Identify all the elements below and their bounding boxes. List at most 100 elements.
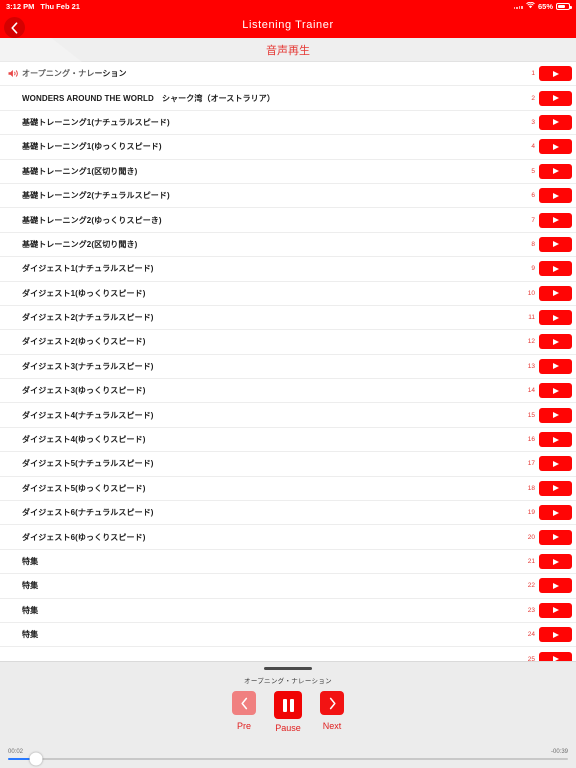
track-row[interactable]: ダイジェスト4(ゆっくりスピード) 16 (0, 427, 576, 453)
status-bar-right: 65% (513, 1, 572, 11)
play-icon (553, 607, 559, 614)
play-icon (553, 217, 559, 224)
play-icon (553, 509, 559, 516)
play-icon (553, 338, 559, 345)
track-row[interactable]: 基礎トレーニング1(区切り聞き) 5 (0, 159, 576, 184)
play-button[interactable] (539, 188, 572, 204)
previous-track-button[interactable]: Pre (232, 691, 256, 731)
play-button[interactable] (539, 651, 572, 661)
play-icon (553, 558, 559, 565)
play-button[interactable] (539, 285, 572, 301)
track-label: 特集 (22, 630, 39, 640)
track-number: 2 (531, 94, 535, 102)
track-row[interactable]: ダイジェスト5(ゆっくりスピード) 18 (0, 476, 576, 502)
track-label: 特集 (22, 557, 39, 566)
track-label: 基礎トレーニング2(ナチュラルスピード) (22, 191, 170, 201)
track-number: 13 (527, 362, 535, 370)
play-button[interactable] (539, 334, 572, 350)
status-bar: 3:12 PM Thu Feb 21 65% (0, 0, 576, 12)
track-row[interactable]: ダイジェスト2(ナチュラルスピード) 11 (0, 305, 576, 331)
track-row[interactable]: ダイジェスト4(ナチュラルスピード) 15 (0, 403, 576, 428)
track-row[interactable]: ダイジェスト1(ゆっくりスピード) 10 (0, 281, 576, 306)
track-number: 24 (527, 631, 535, 639)
track-number: 21 (527, 558, 535, 565)
seek-bar-handle[interactable] (29, 752, 43, 766)
track-row[interactable]: 特集 22 (0, 574, 576, 599)
track-row[interactable]: 特集 23 (0, 598, 576, 623)
play-button[interactable] (539, 456, 572, 472)
play-button[interactable] (539, 212, 572, 228)
track-number: 8 (531, 240, 535, 248)
track-number: 11 (528, 314, 535, 322)
drag-handle-icon[interactable] (264, 667, 312, 670)
track-row[interactable]: 基礎トレーニング2(区切り聞き) 8 (0, 232, 576, 258)
track-row[interactable]: ダイジェスト5(ナチュラルスピード) 17 (0, 452, 576, 477)
back-button[interactable] (4, 17, 25, 38)
track-label: ダイジェスト3(ナチュラルスピード) (22, 361, 154, 371)
track-row[interactable]: ダイジェスト2(ゆっくりスピード) 12 (0, 330, 576, 355)
track-row[interactable]: ダイジェスト6(ナチュラルスピード) 19 (0, 501, 576, 526)
play-button[interactable] (539, 66, 572, 82)
wifi-icon (526, 1, 535, 11)
track-row[interactable]: 特集 21 (0, 549, 576, 575)
play-button[interactable] (539, 554, 572, 569)
track-number: 16 (527, 436, 535, 444)
play-button[interactable] (539, 90, 572, 106)
elapsed-time: 00:02 (8, 749, 24, 755)
track-number: 23 (527, 606, 535, 614)
play-button[interactable] (539, 627, 572, 643)
play-button[interactable] (539, 310, 572, 326)
play-pause-button[interactable]: Pause (274, 691, 302, 733)
track-row[interactable]: ダイジェスト6(ゆっくりスピード) 20 (0, 525, 576, 550)
play-icon (553, 290, 559, 297)
play-icon (553, 534, 559, 541)
play-button[interactable] (539, 383, 572, 399)
track-number: 22 (527, 582, 535, 590)
play-button[interactable] (539, 114, 572, 130)
play-button[interactable] (539, 602, 572, 618)
track-row[interactable]: 基礎トレーニング1(ナチュラルスピード) 3 (0, 110, 576, 136)
section-title: 音声再生 (266, 44, 310, 57)
track-row[interactable]: 基礎トレーニング2(ナチュラルスピード) 6 (0, 183, 576, 209)
next-track-label: Next (322, 721, 342, 731)
track-number: 17 (527, 460, 535, 468)
track-label: ダイジェスト2(ナチュラルスピード) (22, 313, 154, 323)
track-row[interactable]: WONDERS AROUND THE WORLD シャーク湾（オーストラリア） 2 (0, 86, 576, 111)
track-row[interactable]: 特集 24 (0, 622, 576, 648)
track-row[interactable]: ダイジェスト1(ナチュラルスピード) 9 (0, 257, 576, 282)
seek-bar[interactable] (8, 752, 568, 766)
track-row[interactable]: 基礎トレーニング1(ゆっくりスピード) 4 (0, 135, 576, 160)
play-button[interactable] (539, 480, 572, 496)
play-button[interactable] (539, 139, 572, 155)
track-label: 基礎トレーニング2(区切り聞き) (22, 239, 138, 249)
play-button[interactable] (539, 529, 572, 545)
track-number: 10 (527, 289, 535, 297)
player-controls: Pre Pause Next (232, 691, 344, 733)
track-number: 12 (527, 338, 535, 346)
track-number: 19 (527, 509, 535, 517)
track-row[interactable]: ダイジェスト3(ゆっくりスピード) 14 (0, 379, 576, 404)
track-list[interactable]: オープニング・ナレーション 1 WONDERS AROUND THE WORLD シ… (0, 62, 576, 661)
play-button[interactable] (539, 261, 572, 277)
play-button[interactable] (539, 505, 572, 521)
pause-button-box (274, 691, 302, 719)
track-row[interactable]: ダイジェスト3(ナチュラルスピード) 13 (0, 354, 576, 380)
track-label: 特集 (22, 605, 39, 615)
play-button[interactable] (539, 432, 572, 448)
play-button[interactable] (539, 236, 572, 252)
play-button[interactable] (539, 358, 572, 374)
timeline-labels: 00:02 -00:39 (8, 749, 568, 755)
track-row[interactable]: オープニング・ナレーション 1 (0, 62, 576, 87)
track-label: ダイジェスト3(ゆっくりスピード) (22, 386, 146, 396)
track-row[interactable]: 基礎トレーニング2(ゆっくりスピーき) 7 (0, 208, 576, 233)
play-button[interactable] (539, 578, 572, 594)
play-button[interactable] (539, 163, 572, 179)
track-label: 基礎トレーニング2(ゆっくりスピーき) (22, 215, 162, 225)
now-playing-title: オープニング・ナレーション (244, 678, 332, 685)
next-track-button[interactable]: Next (320, 691, 344, 731)
track-label: ダイジェスト5(ゆっくりスピード) (22, 483, 146, 493)
play-button[interactable] (539, 407, 572, 423)
track-label: ダイジェスト4(ゆっくりスピード) (22, 435, 146, 445)
track-row[interactable]: 25 (0, 647, 576, 661)
battery-icon (556, 2, 572, 10)
